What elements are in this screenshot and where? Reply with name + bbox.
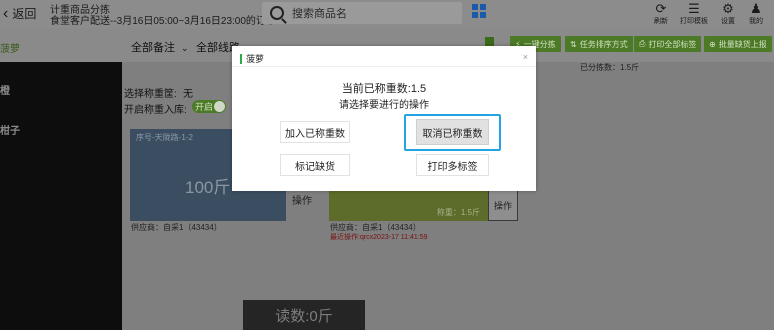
scale-readout: 读数:0斤 xyxy=(243,300,365,330)
sidebar-item-tangerine[interactable]: 柑子 xyxy=(0,122,20,137)
order-card-weighed[interactable]: 称重：1.5斤 xyxy=(329,190,488,221)
batch-shortage-button[interactable]: ⊕ 批量缺货上报 xyxy=(704,36,772,52)
printer-icon: ⎙ xyxy=(639,39,646,48)
stock-label: 开启称重入库: xyxy=(124,105,187,116)
chevron-down-icon: ⌄ xyxy=(181,43,189,53)
print-template-icon: ☰ xyxy=(688,1,700,16)
stock-toggle-text: 开启 xyxy=(195,102,214,112)
print-multiple-labels-button[interactable]: 打印多标签 xyxy=(416,154,489,176)
card-operation-button[interactable]: 操作 xyxy=(292,192,312,207)
add-weighed-button[interactable]: 加入已称重数 xyxy=(280,121,350,143)
chevron-left-icon: ‹ xyxy=(3,4,9,22)
card-operation-button[interactable]: 操作 xyxy=(488,190,518,221)
export-icon[interactable] xyxy=(485,37,494,46)
mark-out-of-stock-button[interactable]: 标记缺货 xyxy=(280,154,350,176)
order-number: 序号-天陇路-1-2 xyxy=(136,133,193,142)
back-label: 返回 xyxy=(12,7,37,21)
my-account-label: 我的 xyxy=(749,18,763,25)
notes-filter-select[interactable]: 全部备注 ⌄ xyxy=(131,39,189,55)
refresh-button[interactable]: ⟳ 刷新 xyxy=(645,2,677,26)
print-all-label: 打印全部标签 xyxy=(648,39,697,49)
order-weight: 100斤 xyxy=(185,178,231,197)
instruction-text: 请选择要进行的操作 xyxy=(339,100,429,111)
sorted-count: 已分拣数：1.5斤 xyxy=(580,63,640,72)
last-operation: 最近操作:qrcx2023-17 11:41:59 xyxy=(330,234,428,241)
notes-filter-label: 全部备注 xyxy=(131,42,175,54)
shortage-icon: ⊕ xyxy=(709,39,716,49)
task-order-label: 任务排序方式 xyxy=(579,39,628,49)
product-sidebar xyxy=(0,62,122,330)
toggle-knob xyxy=(214,101,225,112)
search-box[interactable]: 搜索商品名 xyxy=(262,2,462,24)
scale-label: 选择称重筐: xyxy=(124,89,177,100)
refresh-label: 刷新 xyxy=(654,18,668,25)
settings-label: 设置 xyxy=(721,18,735,25)
page-subtitle: 食堂客户配送--3月16日05:00~3月16日23:00的订单 xyxy=(50,16,276,27)
print-template-label: 打印模板 xyxy=(680,18,708,25)
user-icon: ♟ xyxy=(750,1,762,16)
print-all-labels-button[interactable]: ⎙ 打印全部标签 xyxy=(634,36,702,52)
selected-product-name: 菠萝 xyxy=(0,44,20,55)
close-icon[interactable]: × xyxy=(523,52,528,62)
title-accent-bar xyxy=(240,53,242,64)
dialog-header: 菠萝 xyxy=(240,52,264,65)
back-button[interactable]: ‹ 返回 xyxy=(3,5,36,22)
stock-toggle[interactable]: 开启 xyxy=(192,100,226,113)
dialog-divider xyxy=(232,66,536,67)
my-account-button[interactable]: ♟ 我的 xyxy=(740,2,772,26)
focus-highlight xyxy=(404,114,501,151)
weighed-amount: 称重：1.5斤 xyxy=(436,208,480,217)
task-order-button[interactable]: ⇅ 任务排序方式 xyxy=(565,36,633,52)
current-weight-text: 当前已称重数:1.5 xyxy=(341,83,427,95)
dialog-title: 菠萝 xyxy=(246,54,265,64)
order-icon: ⇅ xyxy=(570,39,577,49)
batch-shortage-label: 批量缺货上报 xyxy=(718,39,767,49)
search-input[interactable]: 搜索商品名 xyxy=(292,5,347,21)
grid-view-icon[interactable] xyxy=(472,4,486,18)
card-supplier: 供应商：自采1（43434） xyxy=(131,223,222,232)
refresh-icon: ⟳ xyxy=(655,1,667,16)
scale-value[interactable]: 无 xyxy=(183,85,193,100)
sidebar-item-orange[interactable]: 橙 xyxy=(0,82,10,97)
search-icon xyxy=(270,6,284,20)
print-template-button[interactable]: ☰ 打印模板 xyxy=(678,2,710,26)
